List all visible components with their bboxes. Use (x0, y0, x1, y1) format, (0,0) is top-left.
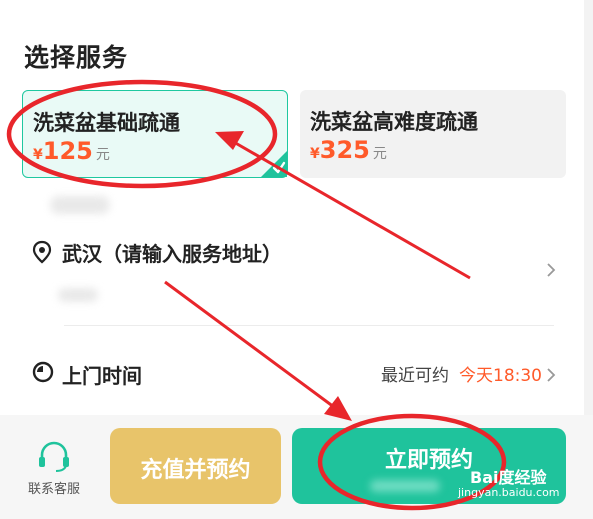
price-unit: 元 (95, 147, 110, 163)
earliest-time: 最近可约 今天18:30 (381, 361, 542, 386)
customer-service-button[interactable]: 联系客服 (18, 440, 90, 497)
customer-service-label: 联系客服 (27, 482, 80, 497)
section-title: 选择服务 (24, 43, 129, 72)
chevron-right-icon (547, 263, 556, 277)
price-currency: ¥ (310, 146, 320, 162)
price-currency: ¥ (33, 147, 43, 163)
service-price: ¥325 元 (310, 136, 387, 164)
service-option-basic[interactable]: 洗菜盆基础疏通 ¥125 元 (22, 90, 288, 178)
service-name: 洗菜盆基础疏通 (33, 111, 180, 135)
headset-icon (39, 441, 69, 472)
visit-time-row[interactable]: 上门时间 最近可约 今天18:30 (0, 355, 584, 395)
address-row[interactable]: 武汉（请输入服务地址） (0, 232, 584, 302)
watermark-logo: Bai度经验 (470, 468, 547, 487)
earliest-label: 最近可约 (381, 366, 449, 386)
visit-time-label: 上门时间 (62, 364, 142, 388)
price-amount: 325 (319, 136, 370, 164)
earliest-value: 今天18:30 (459, 366, 542, 386)
chevron-right-icon (547, 368, 556, 382)
recharge-button-label: 充值并预约 (140, 458, 251, 483)
address-text: 武汉（请输入服务地址） (62, 242, 282, 266)
location-pin-icon (32, 240, 52, 264)
clock-icon (32, 361, 54, 383)
service-price: ¥125 元 (33, 137, 110, 165)
selected-check-icon (261, 151, 287, 177)
blurred-content (370, 480, 440, 492)
price-unit: 元 (372, 146, 387, 162)
blurred-content (50, 196, 110, 214)
baidu-watermark: Bai度经验 jingyan.baidu.com (458, 464, 585, 504)
watermark-site: jingyan.baidu.com (458, 486, 560, 499)
service-name: 洗菜盆高难度疏通 (310, 110, 478, 134)
price-amount: 125 (42, 137, 93, 165)
service-option-advanced[interactable]: 洗菜盆高难度疏通 ¥325 元 (300, 90, 566, 178)
recharge-and-book-button[interactable]: 充值并预约 (110, 428, 281, 504)
divider (64, 325, 554, 326)
blurred-content (58, 288, 98, 302)
